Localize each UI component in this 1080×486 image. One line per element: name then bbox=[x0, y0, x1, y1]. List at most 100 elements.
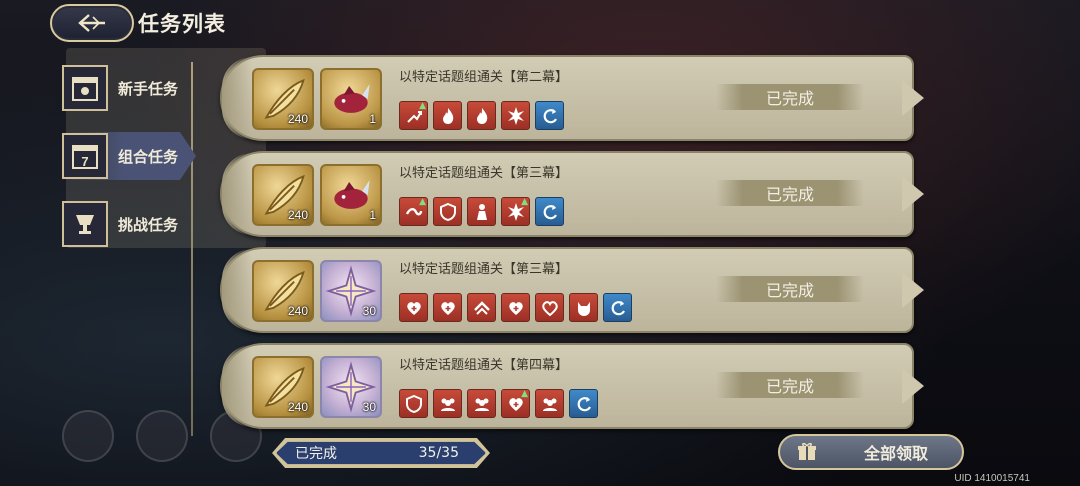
claim-all-label: 全部领取 bbox=[864, 444, 929, 463]
task-status: 已完成 bbox=[716, 180, 864, 206]
page-title: 任务列表 bbox=[138, 12, 226, 36]
task-status: 已完成 bbox=[716, 84, 864, 110]
group-icon bbox=[474, 398, 489, 411]
plus-badge-icon: ▲ bbox=[419, 197, 426, 207]
task-status: 已完成 bbox=[716, 276, 864, 302]
swirl-icon bbox=[611, 300, 625, 315]
task-status: 已完成 bbox=[716, 372, 864, 398]
flame-icon bbox=[442, 107, 453, 124]
reward-item[interactable]: 240 bbox=[252, 68, 314, 130]
condition-tag[interactable] bbox=[467, 197, 496, 226]
cat-icon bbox=[577, 301, 590, 316]
condition-tag[interactable] bbox=[467, 293, 496, 322]
reward-count: 240 bbox=[287, 208, 308, 222]
swirl-icon bbox=[543, 108, 557, 123]
task-card: 240 30 以特定话题组通关【第四幕】 ▲ 已完成 bbox=[220, 343, 914, 429]
reward-item[interactable]: 30 bbox=[320, 356, 382, 418]
condition-tag[interactable] bbox=[603, 293, 632, 322]
task-card: 240 30 以特定话题组通关【第三幕】已完成 bbox=[220, 247, 914, 333]
shield-icon bbox=[439, 202, 456, 221]
sidebar-item-label: 挑战任务 bbox=[118, 215, 179, 234]
shield-icon bbox=[405, 394, 422, 413]
reward-count: 240 bbox=[287, 304, 308, 318]
reward-count: 240 bbox=[287, 112, 308, 126]
plus-badge-icon: ▲ bbox=[521, 389, 528, 399]
condition-tag[interactable]: ▲ bbox=[399, 197, 428, 226]
sidebar-item-combo-tasks[interactable]: 7 组合任务 bbox=[62, 132, 196, 180]
condition-tag[interactable]: ▲ bbox=[399, 101, 428, 130]
reward-count: 1 bbox=[369, 208, 376, 222]
reward-item[interactable]: 30 bbox=[320, 260, 382, 322]
group-icon bbox=[440, 398, 455, 411]
plus-badge-icon: ▲ bbox=[419, 101, 426, 111]
claim-all-button[interactable]: 全部领取 bbox=[778, 434, 964, 470]
back-arrow-icon bbox=[78, 14, 105, 32]
sidebar-item-label: 组合任务 bbox=[118, 147, 179, 166]
trophy-cup-icon bbox=[62, 201, 108, 247]
condition-tag[interactable] bbox=[399, 293, 428, 322]
condition-tag[interactable] bbox=[433, 101, 462, 130]
condition-tag-row: ▲ ▲ bbox=[399, 197, 564, 226]
condition-tag[interactable] bbox=[433, 197, 462, 226]
task-title: 以特定话题组通关【第二幕】 bbox=[399, 70, 569, 85]
chevron-up-icon bbox=[473, 300, 490, 315]
condition-tag[interactable] bbox=[569, 293, 598, 322]
gift-icon bbox=[798, 442, 816, 460]
burst-icon bbox=[507, 106, 524, 125]
condition-tag[interactable] bbox=[433, 293, 462, 322]
condition-tag[interactable] bbox=[535, 389, 564, 418]
group-icon bbox=[542, 398, 557, 411]
condition-tag-row: ▲ bbox=[399, 389, 598, 418]
uid-text: UID 1410015741 bbox=[954, 473, 1030, 484]
condition-tag[interactable] bbox=[399, 389, 428, 418]
calendar-sun-icon bbox=[62, 65, 108, 111]
figure-icon bbox=[476, 203, 487, 220]
reward-item[interactable]: 1 bbox=[320, 68, 382, 130]
heart-ring-icon bbox=[541, 300, 558, 316]
svg-text:7: 7 bbox=[81, 154, 88, 169]
background-circle-icon bbox=[136, 410, 188, 462]
task-title: 以特定话题组通关【第三幕】 bbox=[399, 166, 569, 181]
task-card: 240 1 以特定话题组通关【第三幕】 ▲ ▲ 已完成 bbox=[220, 151, 914, 237]
condition-tag-row: ▲ bbox=[399, 101, 564, 130]
sidebar-divider bbox=[191, 62, 193, 436]
heart-plus-icon bbox=[406, 301, 421, 315]
sidebar-item-label: 新手任务 bbox=[118, 79, 179, 98]
reward-item[interactable]: 240 bbox=[252, 260, 314, 322]
heart-plus-icon bbox=[508, 301, 523, 315]
condition-tag[interactable] bbox=[535, 101, 564, 130]
reward-item[interactable]: 240 bbox=[252, 164, 314, 226]
calendar-seven-icon: 7 bbox=[62, 133, 108, 179]
task-title: 以特定话题组通关【第四幕】 bbox=[399, 358, 569, 373]
progress-value: 35/35 bbox=[418, 445, 459, 461]
task-title: 以特定话题组通关【第三幕】 bbox=[399, 262, 569, 277]
back-button[interactable] bbox=[50, 4, 134, 42]
reward-item[interactable]: 1 bbox=[320, 164, 382, 226]
flame-icon bbox=[476, 107, 487, 124]
background-circle-icon bbox=[62, 410, 114, 462]
condition-tag[interactable] bbox=[467, 101, 496, 130]
reward-count: 240 bbox=[287, 400, 308, 414]
plus-badge-icon: ▲ bbox=[521, 197, 528, 207]
condition-tag[interactable] bbox=[501, 101, 530, 130]
swirl-icon bbox=[577, 396, 591, 411]
heart-plus-icon bbox=[440, 301, 455, 315]
condition-tag[interactable] bbox=[501, 293, 530, 322]
reward-item[interactable]: 240 bbox=[252, 356, 314, 418]
task-card: 240 1 以特定话题组通关【第二幕】 ▲ 已完成 bbox=[220, 55, 914, 141]
progress-label: 已完成 bbox=[295, 446, 337, 462]
condition-tag[interactable]: ▲ bbox=[501, 197, 530, 226]
condition-tag[interactable] bbox=[535, 293, 564, 322]
condition-tag-row bbox=[399, 293, 632, 322]
sidebar-item-challenge-tasks[interactable]: 挑战任务 bbox=[62, 200, 196, 248]
condition-tag[interactable] bbox=[569, 389, 598, 418]
reward-count: 30 bbox=[362, 400, 376, 414]
sidebar-item-beginner-tasks[interactable]: 新手任务 bbox=[62, 64, 196, 112]
condition-tag[interactable] bbox=[467, 389, 496, 418]
condition-tag[interactable]: ▲ bbox=[501, 389, 530, 418]
condition-tag[interactable] bbox=[433, 389, 462, 418]
reward-count: 1 bbox=[369, 112, 376, 126]
reward-count: 30 bbox=[362, 304, 376, 318]
swirl-icon bbox=[543, 204, 557, 219]
condition-tag[interactable] bbox=[535, 197, 564, 226]
